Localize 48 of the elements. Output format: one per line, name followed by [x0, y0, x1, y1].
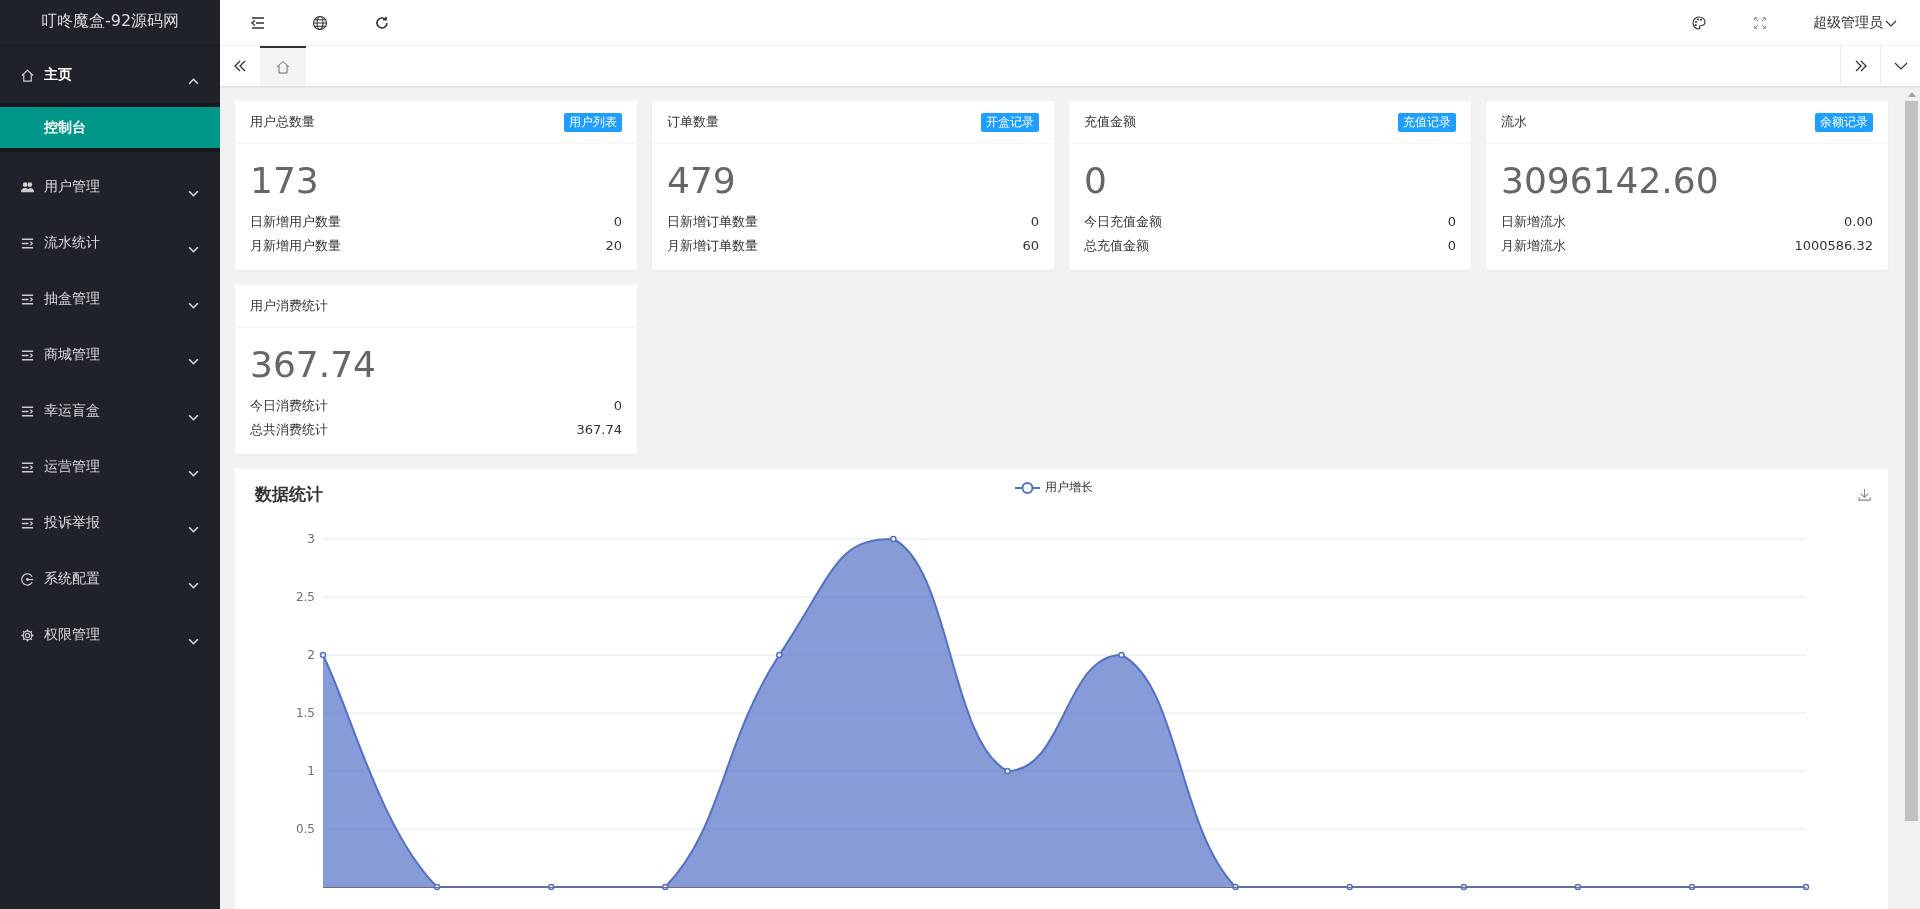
stat-number: 0 [1447, 213, 1456, 231]
stat-value: 479 [667, 159, 737, 203]
stat-label: 月新增订单数量 [667, 237, 758, 255]
stat-number: 0 [613, 397, 622, 415]
axis-tick-label: 1.5 [295, 706, 315, 720]
sidebar-item-label: 抽盒管理 [44, 290, 101, 308]
stat-label: 今日充值金额 [1084, 213, 1162, 231]
sidebar-item-label: 运营管理 [44, 458, 101, 476]
stat-value: 0 [1084, 159, 1108, 203]
stat-label: 日新增订单数量 [667, 213, 758, 231]
axis-tick-label: 2 [307, 648, 315, 662]
sidebar-item-label: 主页 [44, 66, 73, 84]
stat-number: 0 [1030, 213, 1039, 231]
sidebar-item-label: 用户管理 [44, 178, 101, 196]
stat-value: 3096142.60 [1501, 159, 1720, 203]
stat-label: 月新增流水 [1501, 237, 1566, 255]
card-title: 充值金额 [1084, 113, 1136, 131]
stat-number: 0.00 [1844, 213, 1873, 231]
stat-label: 日新增用户数量 [250, 213, 341, 231]
card-title: 用户总数量 [250, 113, 315, 131]
stat-number: 60 [1022, 237, 1039, 255]
stat-number: 1000586.32 [1794, 237, 1873, 255]
stat-label: 总充值金额 [1084, 237, 1149, 255]
axis-tick-label: 0.5 [295, 822, 315, 836]
card-title: 用户消费统计 [250, 297, 328, 315]
card-title: 订单数量 [667, 113, 719, 131]
chart-title: 数据统计 [255, 482, 323, 506]
sidebar-item-label: 投诉举报 [44, 514, 101, 532]
axis-tick-label: 3 [307, 532, 315, 546]
stat-value: 367.74 [250, 343, 377, 387]
sidebar-item-label: 系统配置 [44, 570, 101, 588]
app-logo: 叮咚魔盒-92源码网 [0, 0, 220, 45]
stat-number: 20 [605, 237, 622, 255]
stat-label: 总共消费统计 [250, 421, 328, 439]
axis-tick-label: 2.5 [295, 590, 315, 604]
stat-number: 367.74 [576, 421, 622, 439]
sidebar-item-label: 权限管理 [44, 626, 101, 644]
sidebar-item-label: 商城管理 [44, 346, 101, 364]
stat-label: 月新增用户数量 [250, 237, 341, 255]
sidebar-item-label: 幸运盲盒 [44, 402, 101, 420]
axis-tick-label: 1 [307, 764, 315, 778]
sidebar-item-label: 流水统计 [44, 234, 101, 252]
stat-value: 173 [250, 159, 320, 203]
card-title: 流水 [1501, 113, 1527, 131]
stat-label: 日新增流水 [1501, 213, 1566, 231]
stat-label: 今日消费统计 [250, 397, 328, 415]
stat-number: 0 [1447, 237, 1456, 255]
stat-number: 0 [613, 213, 622, 231]
